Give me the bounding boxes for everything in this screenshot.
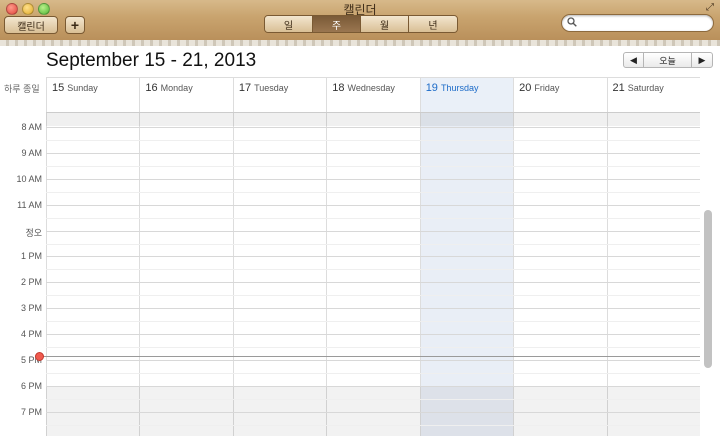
half-hour-gridline	[46, 399, 700, 400]
all-day-label: 하루 종일	[4, 84, 40, 94]
half-hour-gridline	[46, 347, 700, 348]
time-label: 6 PM	[20, 381, 42, 391]
day-header-tuesday[interactable]: 17 Tuesday	[232, 78, 326, 112]
half-hour-gridline	[46, 373, 700, 374]
hour-gridline	[46, 334, 700, 335]
today-button[interactable]: 오늘	[644, 53, 692, 67]
half-hour-gridline	[46, 192, 700, 193]
time-label: 7 PM	[20, 407, 42, 417]
hour-gridline	[46, 386, 700, 387]
add-event-button[interactable]: +	[65, 16, 85, 34]
half-hour-gridline	[46, 269, 700, 270]
time-label: 4 PM	[20, 329, 42, 339]
hour-gridline	[46, 231, 700, 232]
hour-gridline	[46, 412, 700, 413]
hour-gridline	[46, 153, 700, 154]
time-label: 11 AM	[17, 200, 42, 210]
week-time-grid[interactable]	[46, 113, 700, 436]
scrollbar-thumb[interactable]	[704, 210, 712, 368]
day-number: 19	[425, 82, 438, 94]
time-label: 1 PM	[20, 251, 42, 261]
day-name: Monday	[160, 83, 193, 93]
hour-gridline	[46, 205, 700, 206]
day-header-monday[interactable]: 16 Monday	[139, 78, 232, 112]
date-range-title: September 15 - 21, 2013	[46, 50, 257, 71]
time-label: 10 AM	[16, 174, 42, 184]
day-name: Saturday	[627, 83, 664, 93]
day-header-row: 15 Sunday 16 Monday 17 Tuesday 18 Wednesday …	[46, 77, 700, 113]
hour-gridline	[46, 127, 700, 128]
current-time-line	[40, 356, 700, 357]
tab-week[interactable]: 주	[313, 16, 361, 32]
half-hour-gridline	[46, 166, 700, 167]
off-hours-shade	[46, 113, 700, 126]
time-label: 9 AM	[21, 148, 42, 158]
time-label: 8 AM	[21, 122, 42, 132]
day-number: 18	[332, 82, 345, 94]
toolbar: 캘린더 ⤢ 캘린더 + 일 주 월 년	[0, 0, 720, 42]
day-name: Friday	[534, 83, 560, 93]
next-week-button[interactable]: ▶	[692, 53, 712, 67]
hour-gridline	[46, 179, 700, 180]
half-hour-gridline	[46, 140, 700, 141]
search-icon	[567, 17, 577, 27]
day-name: Sunday	[67, 83, 98, 93]
day-header-thursday[interactable]: 19 Thursday	[419, 78, 514, 112]
day-name: Thursday	[440, 83, 479, 93]
hour-gridline	[46, 360, 700, 361]
calendar-window: 캘린더 ⤢ 캘린더 + 일 주 월 년 September 15 - 21, 2…	[0, 0, 720, 436]
time-label: 2 PM	[20, 277, 42, 287]
day-number: 21	[612, 82, 625, 94]
tab-month[interactable]: 월	[361, 16, 409, 32]
day-name: Tuesday	[254, 83, 289, 93]
calendars-button[interactable]: 캘린더	[4, 16, 58, 34]
half-hour-gridline	[46, 321, 700, 322]
day-name: Wednesday	[347, 83, 395, 93]
day-header-sunday[interactable]: 15 Sunday	[46, 78, 139, 112]
day-header-friday[interactable]: 20 Friday	[513, 78, 606, 112]
half-hour-gridline	[46, 295, 700, 296]
leather-stitch-divider	[0, 40, 720, 46]
time-label: 3 PM	[20, 303, 42, 313]
time-label: 정오	[25, 228, 42, 238]
date-navigation: ◀ 오늘 ▶	[623, 52, 713, 68]
day-header-saturday[interactable]: 21 Saturday	[606, 78, 700, 112]
view-segmented-control: 일 주 월 년	[264, 15, 458, 33]
fullscreen-icon[interactable]: ⤢	[706, 2, 714, 13]
day-header-wednesday[interactable]: 18 Wednesday	[326, 78, 419, 112]
half-hour-gridline	[46, 244, 700, 245]
vertical-scrollbar[interactable]	[701, 113, 716, 436]
tab-year[interactable]: 년	[409, 16, 457, 32]
hour-gridline	[46, 282, 700, 283]
tab-day[interactable]: 일	[265, 16, 313, 32]
day-number: 17	[238, 82, 252, 94]
previous-week-button[interactable]: ◀	[624, 53, 644, 67]
half-hour-gridline	[46, 218, 700, 219]
hour-gridline	[46, 256, 700, 257]
hour-gridline	[46, 308, 700, 309]
day-number: 16	[145, 82, 158, 94]
half-hour-gridline	[46, 425, 700, 426]
day-number: 20	[519, 82, 532, 94]
day-number: 15	[52, 82, 65, 94]
current-time-indicator	[35, 352, 44, 361]
search-input[interactable]	[561, 14, 714, 32]
